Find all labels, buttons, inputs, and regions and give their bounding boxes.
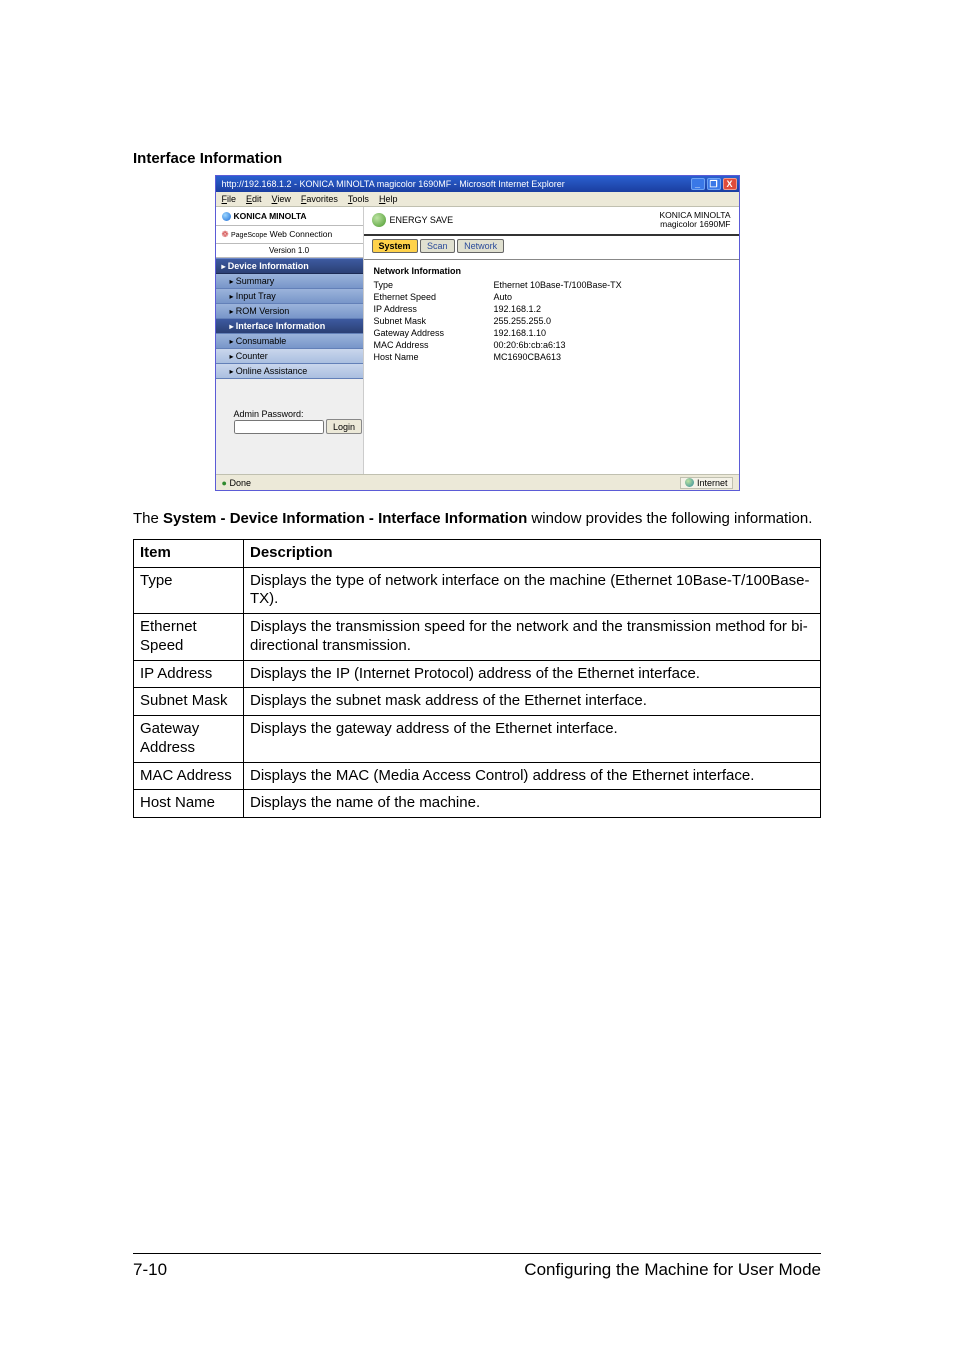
th-description: Description xyxy=(244,539,821,567)
desc-pre: The xyxy=(133,510,163,527)
row-mac-value: 00:20:6b:cb:a6:13 xyxy=(494,340,566,350)
main-panel: ENERGY SAVE KONICA MINOLTA magicolor 169… xyxy=(364,207,739,474)
sidebar-rom-version[interactable]: ROM Version xyxy=(216,304,363,319)
row-host-label: Host Name xyxy=(374,352,494,362)
menu-favorites[interactable]: Favorites xyxy=(301,194,338,204)
sidebar-counter[interactable]: Counter xyxy=(216,349,363,364)
sidebar: KONICA MINOLTA ❁ PageScope Web Connectio… xyxy=(216,207,364,474)
sidebar-summary[interactable]: Summary xyxy=(216,274,363,289)
menu-edit[interactable]: Edit xyxy=(246,194,262,204)
globe-icon xyxy=(685,478,694,487)
page-footer: 7-10 Configuring the Machine for User Mo… xyxy=(133,1253,821,1280)
section-title: Interface Information xyxy=(133,150,821,167)
tab-scan[interactable]: Scan xyxy=(420,239,455,253)
energy-save-icon xyxy=(372,213,386,227)
admin-login-area: Admin Password: Login xyxy=(216,379,363,474)
browser-statusbar: ● Done Internet xyxy=(216,474,739,490)
done-icon: ● xyxy=(222,478,227,488)
screenshot-browser-window: http://192.168.1.2 - KONICA MINOLTA magi… xyxy=(215,175,740,491)
definitions-table: Item Description TypeDisplays the type o… xyxy=(133,539,821,818)
row-mac-label: MAC Address xyxy=(374,340,494,350)
menu-file[interactable]: File xyxy=(222,194,237,204)
security-zone: Internet xyxy=(680,477,733,489)
table-row: Ethernet SpeedDisplays the transmission … xyxy=(134,614,821,661)
row-ethspeed-value: Auto xyxy=(494,292,513,302)
desc-bold: System - Device Information - Interface … xyxy=(163,510,527,527)
row-subnet-value: 255.255.255.0 xyxy=(494,316,552,326)
th-item: Item xyxy=(134,539,244,567)
table-row: TypeDisplays the type of network interfa… xyxy=(134,567,821,614)
description-paragraph: The System - Device Information - Interf… xyxy=(133,509,821,529)
sidebar-device-information[interactable]: Device Information xyxy=(216,258,363,274)
menu-tools[interactable]: Tools xyxy=(348,194,369,204)
brand-vendor: KONICA MINOLTA xyxy=(234,211,307,221)
energy-save-label[interactable]: ENERGY SAVE xyxy=(390,215,454,225)
admin-password-label: Admin Password: xyxy=(234,409,363,419)
row-gateway-label: Gateway Address xyxy=(374,328,494,338)
sidebar-interface-information[interactable]: Interface Information xyxy=(216,319,363,334)
main-content: Network Information TypeEthernet 10Base-… xyxy=(364,260,739,370)
sidebar-consumable[interactable]: Consumable xyxy=(216,334,363,349)
menu-help[interactable]: Help xyxy=(379,194,398,204)
pagescope-prefix: PageScope xyxy=(231,232,267,239)
browser-titlebar: http://192.168.1.2 - KONICA MINOLTA magi… xyxy=(216,176,739,192)
brand-logo-icon xyxy=(222,212,231,221)
page-number: 7-10 xyxy=(133,1260,167,1280)
chapter-title: Configuring the Machine for User Mode xyxy=(524,1260,821,1280)
row-type-label: Type xyxy=(374,280,494,290)
pagescope-label: Web Connection xyxy=(270,229,333,239)
browser-menubar: File Edit View Favorites Tools Help xyxy=(216,192,739,207)
zone-label: Internet xyxy=(697,478,728,488)
tab-system[interactable]: System xyxy=(372,239,418,253)
row-ip-label: IP Address xyxy=(374,304,494,314)
header-product: KONICA MINOLTA magicolor 1690MF xyxy=(659,211,730,230)
login-button[interactable]: Login xyxy=(326,419,362,434)
version-label: Version 1.0 xyxy=(216,244,363,258)
row-ip-value: 192.168.1.2 xyxy=(494,304,542,314)
row-gateway-value: 192.168.1.10 xyxy=(494,328,547,338)
window-maximize-button[interactable]: ❐ xyxy=(707,178,721,190)
tab-strip: System Scan Network xyxy=(364,236,739,260)
admin-password-input[interactable] xyxy=(234,420,324,434)
table-row: Subnet MaskDisplays the subnet mask addr… xyxy=(134,688,821,716)
sidebar-input-tray[interactable]: Input Tray xyxy=(216,289,363,304)
menu-view[interactable]: View xyxy=(272,194,291,204)
pagescope-icon: ❁ xyxy=(222,229,229,239)
brand-logo: KONICA MINOLTA xyxy=(216,207,363,226)
row-subnet-label: Subnet Mask xyxy=(374,316,494,326)
desc-post: window provides the following informatio… xyxy=(527,510,812,527)
web-connection-label: ❁ PageScope Web Connection xyxy=(216,226,363,244)
header-strip: ENERGY SAVE KONICA MINOLTA magicolor 169… xyxy=(364,207,739,236)
row-host-value: MC1690CBA613 xyxy=(494,352,562,362)
sidebar-online-assistance[interactable]: Online Assistance xyxy=(216,364,363,379)
table-row: Host NameDisplays the name of the machin… xyxy=(134,790,821,818)
content-heading: Network Information xyxy=(374,266,729,276)
status-done: Done xyxy=(229,478,251,488)
row-type-value: Ethernet 10Base-T/100Base-TX xyxy=(494,280,622,290)
table-row: MAC AddressDisplays the MAC (Media Acces… xyxy=(134,762,821,790)
header-model: magicolor 1690MF xyxy=(659,220,730,229)
table-row: Gateway AddressDisplays the gateway addr… xyxy=(134,716,821,763)
window-close-button[interactable]: X xyxy=(723,178,737,190)
table-row: IP AddressDisplays the IP (Internet Prot… xyxy=(134,660,821,688)
tab-network[interactable]: Network xyxy=(457,239,504,253)
browser-title: http://192.168.1.2 - KONICA MINOLTA magi… xyxy=(222,179,691,189)
window-minimize-button[interactable]: _ xyxy=(691,178,705,190)
row-ethspeed-label: Ethernet Speed xyxy=(374,292,494,302)
